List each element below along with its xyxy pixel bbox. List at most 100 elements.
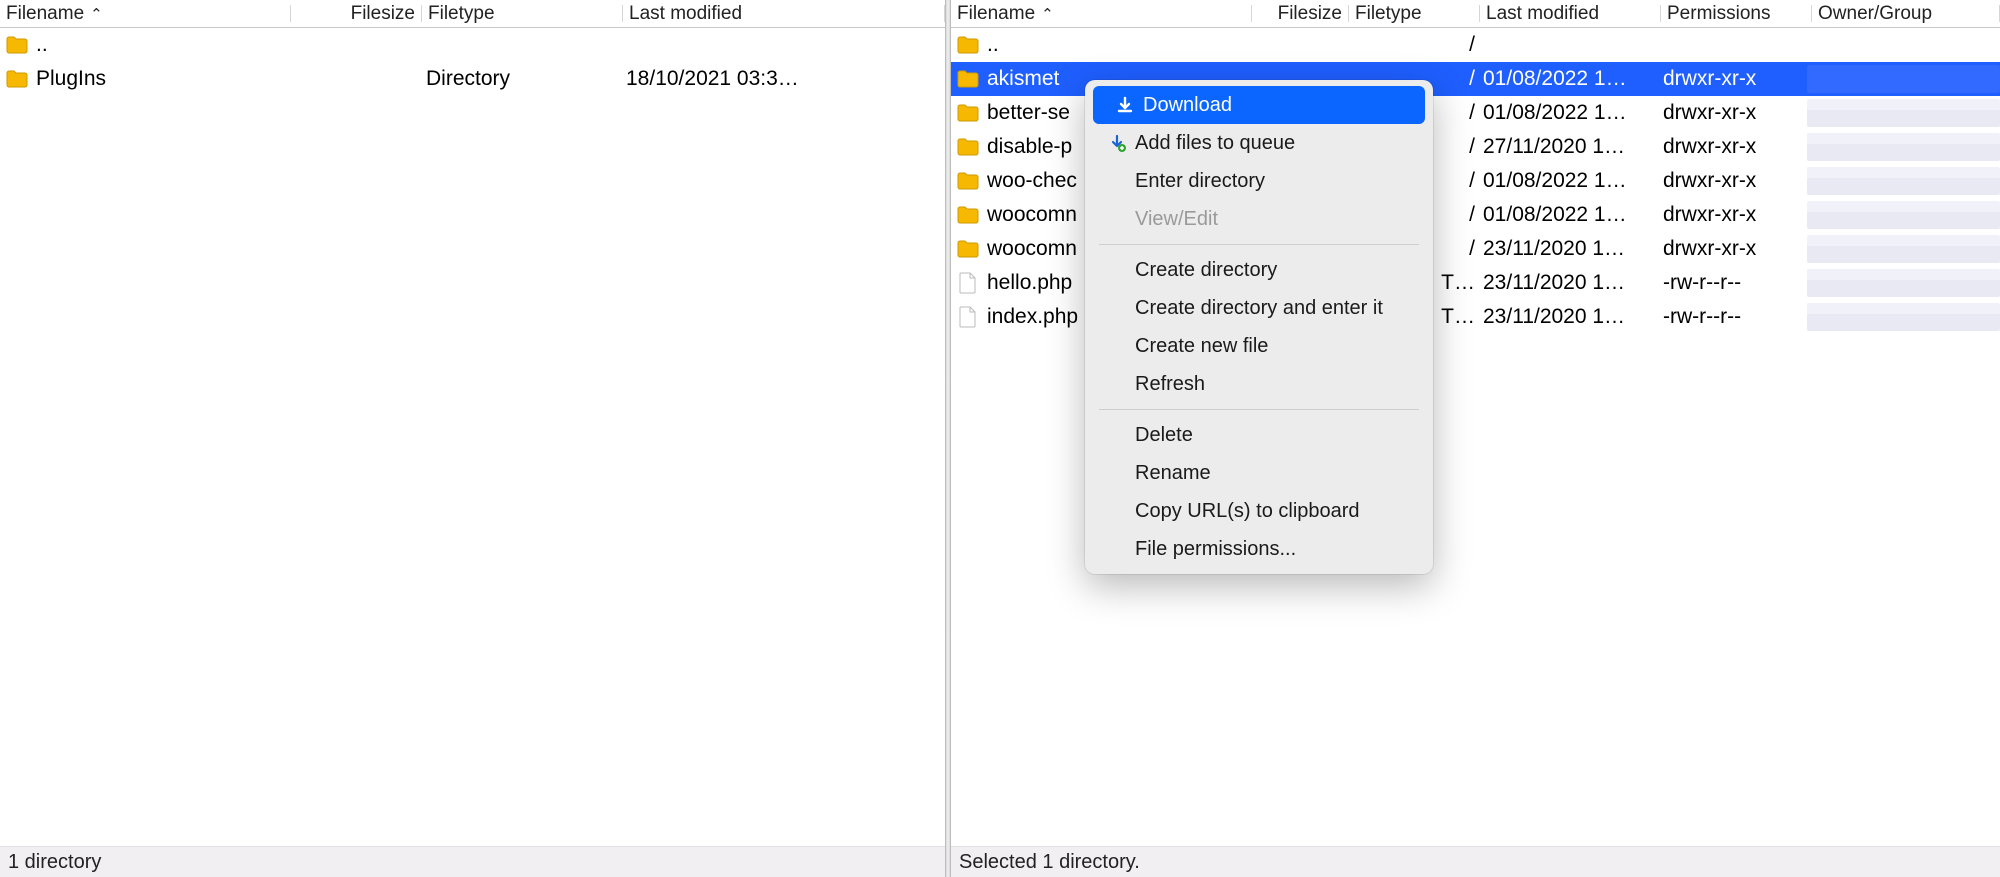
cell-owner (1807, 99, 2000, 126)
folder-icon (955, 138, 981, 156)
cell-filename: .. (981, 33, 1251, 57)
col-owner-label: Owner/Group (1818, 3, 1932, 25)
cell-owner (1807, 269, 2000, 296)
col-filetype[interactable]: Filetype (422, 0, 622, 27)
menu-separator (1099, 244, 1419, 245)
cell-permissions: drwxr-xr-x (1657, 203, 1807, 227)
menu-item[interactable]: Copy URL(s) to clipboard (1085, 492, 1433, 530)
col-lastmod-label: Last modified (1486, 3, 1599, 25)
cell-lastmod: 23/11/2020 1… (1477, 271, 1657, 295)
menu-item-label: View/Edit (1131, 208, 1218, 231)
col-filename[interactable]: Filename ⌃ (951, 0, 1251, 27)
cell-owner (1807, 65, 2000, 92)
menu-item[interactable]: Create directory and enter it (1085, 289, 1433, 327)
cell-lastmod: 23/11/2020 1… (1477, 237, 1657, 261)
menu-item-label: Delete (1131, 424, 1193, 447)
menu-item[interactable]: Rename (1085, 454, 1433, 492)
cell-filetype: Directory (420, 67, 620, 91)
cell-owner (1807, 31, 2000, 58)
col-filename-label: Filename (6, 3, 84, 25)
menu-item-label: Enter directory (1131, 170, 1265, 193)
col-filesize[interactable]: Filesize (1252, 0, 1348, 27)
cell-owner (1807, 201, 2000, 228)
menu-item-label: Rename (1131, 462, 1211, 485)
cell-lastmod: 01/08/2022 1… (1477, 67, 1657, 91)
col-filesize[interactable]: Filesize (291, 0, 421, 27)
cell-permissions: drwxr-xr-x (1657, 67, 1807, 91)
cell-permissions: -rw-r--r-- (1657, 305, 1807, 329)
cell-lastmod: 23/11/2020 1… (1477, 305, 1657, 329)
col-filesize-label: Filesize (351, 3, 415, 25)
menu-item-label: Add files to queue (1131, 132, 1295, 155)
remote-status: Selected 1 directory. (951, 846, 2000, 877)
col-filetype[interactable]: Filetype (1349, 0, 1479, 27)
folder-icon (955, 70, 981, 88)
sort-asc-icon: ⌃ (1041, 5, 1054, 23)
cell-permissions: drwxr-xr-x (1657, 135, 1807, 159)
col-filetype-label: Filetype (1355, 3, 1422, 25)
cell-filename: PlugIns (30, 67, 290, 91)
table-row[interactable]: PlugIns Directory18/10/2021 03:3… (0, 62, 945, 96)
cell-lastmod: 27/11/2020 1… (1477, 135, 1657, 159)
cell-owner (1807, 133, 2000, 160)
cell-permissions: -rw-r--r-- (1657, 271, 1807, 295)
cell-lastmod: 01/08/2022 1… (1477, 203, 1657, 227)
cell-owner (1807, 303, 2000, 330)
menu-item[interactable]: File permissions... (1085, 530, 1433, 568)
menu-item[interactable]: Create new file (1085, 327, 1433, 365)
sort-asc-icon: ⌃ (90, 5, 103, 23)
menu-item[interactable]: Refresh (1085, 365, 1433, 403)
col-filename-label: Filename (957, 3, 1035, 25)
col-permissions-label: Permissions (1667, 3, 1770, 25)
folder-icon (955, 206, 981, 224)
menu-item[interactable]: Add files to queue (1085, 124, 1433, 162)
table-row[interactable]: .. (0, 28, 945, 62)
table-row[interactable]: .. / (951, 28, 2000, 62)
local-status: 1 directory (0, 846, 945, 877)
folder-icon (4, 70, 30, 88)
menu-item-label: Copy URL(s) to clipboard (1131, 500, 1360, 523)
menu-item[interactable]: Create directory (1085, 251, 1433, 289)
cell-permissions: drwxr-xr-x (1657, 169, 1807, 193)
cell-filetype: / (1347, 33, 1477, 57)
col-owner[interactable]: Owner/Group (1812, 0, 1999, 27)
menu-separator (1099, 409, 1419, 410)
folder-icon (4, 36, 30, 54)
cell-lastmod: 01/08/2022 1… (1477, 101, 1657, 125)
menu-item-label: Create directory and enter it (1131, 297, 1383, 320)
col-filetype-label: Filetype (428, 3, 495, 25)
col-filename[interactable]: Filename ⌃ (0, 0, 290, 27)
col-lastmod-label: Last modified (629, 3, 742, 25)
menu-item[interactable]: Enter directory (1085, 162, 1433, 200)
download-icon (1111, 96, 1139, 114)
col-lastmod[interactable]: Last modified (1480, 0, 1660, 27)
add-queue-icon (1103, 134, 1131, 152)
menu-item-label: Create new file (1131, 335, 1268, 358)
local-status-text: 1 directory (8, 851, 101, 874)
folder-icon (955, 172, 981, 190)
local-rows[interactable]: .. PlugIns Directory18/10/2021 03:3… (0, 28, 945, 846)
col-permissions[interactable]: Permissions (1661, 0, 1811, 27)
context-menu: Download Add files to queue Enter director… (1085, 80, 1433, 574)
menu-item-label: Refresh (1131, 373, 1205, 396)
menu-item-label: File permissions... (1131, 538, 1296, 561)
cell-permissions: drwxr-xr-x (1657, 237, 1807, 261)
folder-icon (955, 104, 981, 122)
cell-lastmod: 18/10/2021 03:3… (620, 67, 930, 91)
folder-icon (955, 240, 981, 258)
cell-permissions: drwxr-xr-x (1657, 101, 1807, 125)
file-icon (955, 272, 981, 294)
col-sep[interactable] (944, 5, 945, 21)
cell-owner (1807, 235, 2000, 262)
local-header: Filename ⌃ Filesize Filetype Last modifi… (0, 0, 945, 28)
col-lastmod[interactable]: Last modified (623, 0, 944, 27)
cell-lastmod: 01/08/2022 1… (1477, 169, 1657, 193)
cell-owner (1807, 167, 2000, 194)
local-pane: Filename ⌃ Filesize Filetype Last modifi… (0, 0, 945, 877)
menu-item[interactable]: Download (1093, 86, 1425, 124)
remote-status-text: Selected 1 directory. (959, 851, 1140, 874)
menu-item[interactable]: Delete (1085, 416, 1433, 454)
menu-item-label: Download (1139, 94, 1232, 117)
menu-item: View/Edit (1085, 200, 1433, 238)
file-icon (955, 306, 981, 328)
